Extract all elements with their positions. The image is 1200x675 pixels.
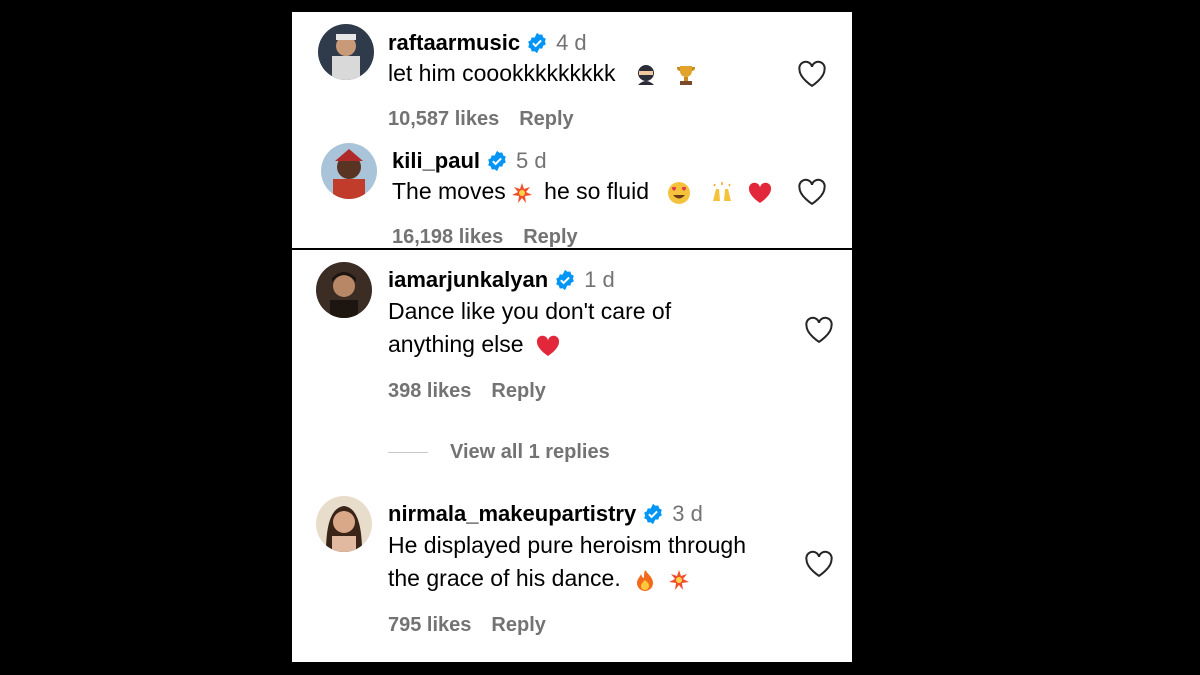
- comment-time[interactable]: 3 d: [672, 501, 703, 527]
- comment-username[interactable]: iamarjunkalyan: [388, 267, 548, 293]
- collision-emoji-icon: [510, 181, 534, 205]
- avatar[interactable]: [316, 262, 372, 318]
- divider-line: [388, 452, 428, 453]
- comment-meta: 16,198 likes Reply: [392, 226, 578, 249]
- trophy-emoji-icon: [674, 63, 698, 87]
- comment-text: let him coookkkkkkkkk: [388, 57, 698, 90]
- like-heart-icon[interactable]: [804, 316, 834, 344]
- red-heart-emoji-icon: [748, 181, 772, 205]
- collision-emoji-icon: [667, 568, 691, 592]
- raising-hands-emoji-icon: [710, 181, 734, 205]
- comment-text: He displayed pure heroism through the gr…: [388, 532, 746, 592]
- verified-badge-icon: [526, 32, 548, 54]
- view-replies-label[interactable]: View all 1 replies: [450, 441, 610, 464]
- comment-username[interactable]: kili_paul: [392, 148, 480, 174]
- comment-time[interactable]: 1 d: [584, 267, 615, 293]
- verified-badge-icon: [642, 503, 664, 525]
- reply-button[interactable]: Reply: [491, 380, 545, 402]
- red-heart-emoji-icon: [536, 334, 560, 358]
- comment-username[interactable]: raftaarmusic: [388, 30, 520, 56]
- fire-emoji-icon: [633, 568, 657, 592]
- avatar[interactable]: [318, 24, 374, 80]
- avatar[interactable]: [316, 496, 372, 552]
- reply-button[interactable]: Reply: [491, 614, 545, 636]
- likes-count[interactable]: 16,198 likes: [392, 226, 503, 248]
- ninja-emoji-icon: [634, 63, 658, 87]
- heart-eyes-emoji-icon: [667, 181, 691, 205]
- like-heart-icon[interactable]: [797, 60, 827, 88]
- comment-username[interactable]: nirmala_makeupartistry: [388, 501, 636, 527]
- comment-text: Dance like you don't care of anything el…: [388, 298, 672, 358]
- reply-button[interactable]: Reply: [519, 108, 573, 130]
- comment-text: The moves he so fluid: [392, 175, 772, 208]
- comment-time[interactable]: 4 d: [556, 30, 587, 56]
- likes-count[interactable]: 398 likes: [388, 380, 471, 402]
- likes-count[interactable]: 795 likes: [388, 614, 471, 636]
- reply-button[interactable]: Reply: [523, 226, 577, 248]
- verified-badge-icon: [554, 269, 576, 291]
- avatar[interactable]: [321, 143, 377, 199]
- like-heart-icon[interactable]: [797, 178, 827, 206]
- view-replies-button[interactable]: View all 1 replies: [388, 441, 610, 464]
- verified-badge-icon: [486, 150, 508, 172]
- comment-time[interactable]: 5 d: [516, 148, 547, 174]
- comment-meta: 795 likes Reply: [388, 614, 546, 637]
- comment-meta: 10,587 likes Reply: [388, 108, 574, 131]
- like-heart-icon[interactable]: [804, 550, 834, 578]
- likes-count[interactable]: 10,587 likes: [388, 108, 499, 130]
- comment-meta: 398 likes Reply: [388, 380, 546, 403]
